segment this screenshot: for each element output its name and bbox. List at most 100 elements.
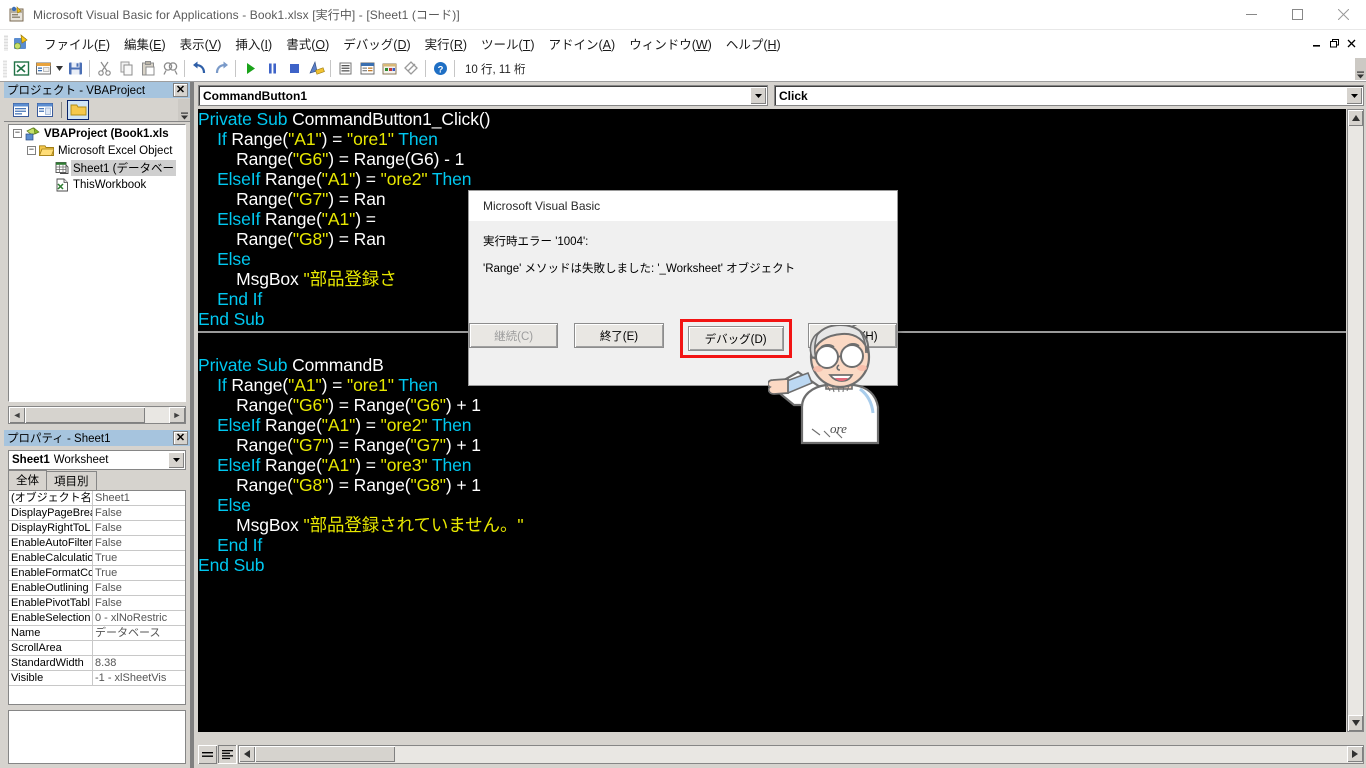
view-code-icon[interactable] [10,100,32,120]
close-icon[interactable]: ✕ [173,431,188,445]
vba-menu-icon[interactable] [11,33,31,53]
properties-caption[interactable]: プロパティ - Sheet1 ✕ [4,430,190,446]
menu-window[interactable]: ウィンドウ(W) [622,31,719,56]
property-value[interactable]: False [93,596,185,610]
tree-item-0[interactable]: − VBAProject (Book1.xls [9,125,185,142]
code-line[interactable]: Range("G6") = Range("G6") + 1 [198,395,1346,415]
design-mode-icon[interactable] [305,58,327,80]
maximize-button[interactable] [1274,0,1320,29]
code-horizontal-scrollbar[interactable] [238,744,1364,764]
property-row[interactable]: EnableFormatCo True [9,566,185,581]
run-icon[interactable] [239,58,261,80]
object-combobox[interactable]: CommandButton1 [198,85,768,106]
code-line[interactable]: ElseIf Range("A1") = "ore2" Then [198,169,1346,189]
reset-icon[interactable] [283,58,305,80]
property-value[interactable]: False [93,581,185,595]
properties-window-icon[interactable] [356,58,378,80]
userform-icon[interactable] [32,58,54,80]
procedure-view-icon[interactable] [198,744,217,764]
property-row[interactable]: (オブジェクト名) Sheet1 [9,491,185,506]
toggle-folders-icon[interactable] [67,99,89,120]
menu-help[interactable]: ヘルプ(H) [719,31,788,56]
mdi-minimize-button[interactable] [1309,33,1326,53]
property-row[interactable]: ScrollArea [9,641,185,656]
help-icon[interactable]: ? [429,58,451,80]
property-value[interactable]: データベース [93,626,185,640]
mdi-restore-button[interactable] [1326,33,1343,53]
minimize-button[interactable] [1228,0,1274,29]
chevron-down-icon[interactable] [750,87,766,104]
tree-expander-icon[interactable]: − [13,129,22,138]
code-line[interactable]: Range("G7") = Range("G7") + 1 [198,435,1346,455]
project-explorer-overflow[interactable] [178,98,190,121]
property-row[interactable]: EnableOutlining False [9,581,185,596]
project-tree-hscrollbar[interactable]: ◄ ► [8,406,186,424]
chevron-down-icon[interactable] [1346,87,1362,104]
property-value[interactable]: False [93,506,185,520]
dropdown-arrow-icon[interactable] [54,58,64,80]
end-button[interactable]: 終了(E) [574,323,664,348]
code-line[interactable]: Else [198,495,1346,515]
menu-view[interactable]: 表示(V) [173,31,229,56]
procedure-combobox[interactable]: Click [774,85,1364,106]
property-row[interactable]: EnableSelection 0 - xlNoRestric [9,611,185,626]
project-explorer-caption[interactable]: プロジェクト - VBAProject ✕ [4,82,190,98]
tab-categorized[interactable]: 項目別 [46,471,97,491]
code-line[interactable]: ElseIf Range("A1") = "ore2" Then [198,415,1346,435]
project-tree[interactable]: − VBAProject (Book1.xls − Microsoft Excel O… [8,124,186,402]
chevron-down-icon[interactable] [168,452,184,468]
menu-edit[interactable]: 編集(E) [117,31,173,56]
property-value[interactable] [93,641,185,655]
toolbar-grip[interactable] [3,59,7,78]
property-row[interactable]: EnableAutoFilter False [9,536,185,551]
code-line[interactable]: ElseIf Range("A1") = "ore3" Then [198,455,1346,475]
property-value[interactable]: True [93,566,185,580]
paste-icon[interactable] [137,58,159,80]
tree-expander-icon[interactable]: − [27,146,36,155]
close-icon[interactable]: ✕ [173,83,188,97]
redo-icon[interactable] [210,58,232,80]
property-value[interactable]: False [93,536,185,550]
scroll-up-icon[interactable] [1348,110,1363,126]
toolbox-icon[interactable] [400,58,422,80]
scroll-down-icon[interactable] [1348,715,1363,731]
menu-insert[interactable]: 挿入(I) [228,31,279,56]
scroll-left-icon[interactable]: ◄ [9,407,25,423]
view-object-icon[interactable] [34,100,56,120]
help-button[interactable]: ヘルプ(H) [807,323,897,348]
property-row[interactable]: StandardWidth 8.38 [9,656,185,671]
tree-item-2[interactable]: Sheet1 (データベー [9,159,185,176]
menu-tools[interactable]: ツール(T) [474,31,541,56]
menu-addins[interactable]: アドイン(A) [542,31,623,56]
break-icon[interactable] [261,58,283,80]
close-button[interactable] [1320,0,1366,29]
code-line[interactable]: End If [198,535,1346,555]
menu-format[interactable]: 書式(O) [279,31,336,56]
property-object-selector[interactable]: Sheet1 Worksheet [8,450,186,470]
code-line[interactable]: End Sub [198,555,1346,575]
property-value[interactable]: -1 - xlSheetVis [93,671,185,685]
property-value[interactable]: Sheet1 [93,491,185,505]
full-module-view-icon[interactable] [218,744,237,764]
property-value[interactable]: 0 - xlNoRestric [93,611,185,625]
property-value[interactable]: False [93,521,185,535]
property-row[interactable]: EnablePivotTabl False [9,596,185,611]
mdi-close-button[interactable] [1343,33,1360,53]
scroll-right-icon[interactable] [1347,746,1363,762]
property-value[interactable]: True [93,551,185,565]
property-row[interactable]: DisplayRightToL False [9,521,185,536]
tree-item-1[interactable]: − Microsoft Excel Object [9,142,185,159]
scroll-left-icon[interactable] [239,746,255,762]
object-browser-icon[interactable] [378,58,400,80]
save-icon[interactable] [64,58,86,80]
debug-button[interactable]: デバッグ(D) [687,326,784,351]
tree-item-3[interactable]: ThisWorkbook [9,176,185,193]
property-value[interactable]: 8.38 [93,656,185,670]
code-vertical-scrollbar[interactable] [1347,109,1364,732]
menu-grip[interactable] [4,35,8,51]
excel-view-icon[interactable] [10,58,32,80]
undo-icon[interactable] [188,58,210,80]
properties-grid[interactable]: (オブジェクト名) Sheet1 DisplayPageBrea False Displ… [8,490,186,705]
toolbar-overflow-button[interactable] [1354,57,1366,80]
tab-alphabetic[interactable]: 全体 [8,470,47,491]
